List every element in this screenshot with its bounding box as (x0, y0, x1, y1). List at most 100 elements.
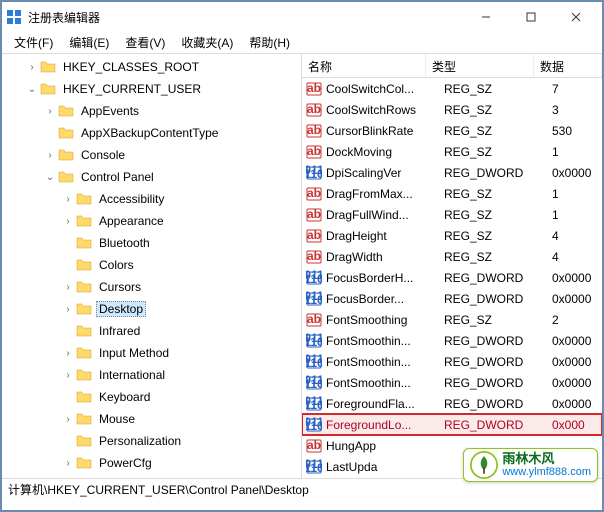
value-type: REG_DWORD (444, 292, 552, 306)
tree-node-n_console[interactable]: ›Console (2, 144, 301, 166)
tree-pane[interactable]: ›HKEY_CLASSES_ROOT⌄HKEY_CURRENT_USER›App… (2, 54, 302, 478)
collapse-icon[interactable]: ⌄ (26, 84, 38, 95)
tree-node-n_bluetooth[interactable]: Bluetooth (2, 232, 301, 254)
tree-node-n_powerCfg[interactable]: › PowerCfg (2, 452, 301, 474)
menubar: 文件(F) 编辑(E) 查看(V) 收藏夹(A) 帮助(H) (2, 32, 602, 54)
dword-icon: 011110 (306, 165, 322, 181)
tree-node-n_quickActions[interactable]: ›Quick Actions (2, 474, 301, 478)
menu-favorites[interactable]: 收藏夹(A) (173, 32, 241, 53)
tree-node-n_colors[interactable]: Colors (2, 254, 301, 276)
svg-text:ab: ab (307, 207, 321, 221)
list-row[interactable]: 011110ForegroundLo...REG_DWORD0x000 (302, 414, 602, 435)
dword-icon: 011110 (306, 354, 322, 370)
string-icon: ab (306, 207, 322, 223)
expand-icon[interactable]: › (62, 414, 74, 425)
folder-icon (76, 455, 92, 471)
tree-node-n_desktop[interactable]: ›Desktop (2, 298, 301, 320)
tree-label: Bluetooth (96, 235, 153, 251)
expand-icon[interactable]: › (62, 216, 74, 227)
list-row[interactable]: abDragHeightREG_SZ4 (302, 225, 602, 246)
expand-icon[interactable]: › (62, 194, 74, 205)
list-row[interactable]: 011110DpiScalingVerREG_DWORD0x0000 (302, 162, 602, 183)
folder-icon (76, 411, 92, 427)
value-type: REG_DWORD (444, 271, 552, 285)
folder-icon (76, 279, 92, 295)
tree-node-n_appearance[interactable]: ›Appearance (2, 210, 301, 232)
svg-text:ab: ab (307, 81, 321, 95)
expand-icon[interactable]: › (62, 348, 74, 359)
tree-node-n_controlPanel[interactable]: ⌄Control Panel (2, 166, 301, 188)
tree-node-root2[interactable]: ⌄HKEY_CURRENT_USER (2, 78, 301, 100)
string-icon: ab (306, 123, 322, 139)
menu-edit[interactable]: 编辑(E) (61, 32, 117, 53)
value-name: CursorBlinkRate (326, 124, 444, 138)
tree-node-n_infrared[interactable]: Infrared (2, 320, 301, 342)
tree-label: Quick Actions (96, 477, 175, 478)
list-row[interactable]: 011110FocusBorder...REG_DWORD0x0000 (302, 288, 602, 309)
expand-icon[interactable]: › (62, 304, 74, 315)
list-row[interactable]: 011110FontSmoothin...REG_DWORD0x0000 (302, 330, 602, 351)
string-icon: ab (306, 249, 322, 265)
list-row[interactable]: 011110FocusBorderH...REG_DWORD0x0000 (302, 267, 602, 288)
close-button[interactable] (553, 3, 598, 31)
tree-node-n_accessibility[interactable]: ›Accessibility (2, 188, 301, 210)
list-row[interactable]: abFontSmoothingREG_SZ2 (302, 309, 602, 330)
value-type: REG_SZ (444, 229, 552, 243)
column-data[interactable]: 数据 (534, 54, 602, 77)
folder-icon (58, 103, 74, 119)
list-row[interactable]: 011110FontSmoothin...REG_DWORD0x0000 (302, 351, 602, 372)
list-row[interactable]: abDragWidthREG_SZ4 (302, 246, 602, 267)
list-row[interactable]: abCoolSwitchRowsREG_SZ3 (302, 99, 602, 120)
expand-icon[interactable]: › (44, 150, 56, 161)
tree-node-n_keyboard[interactable]: Keyboard (2, 386, 301, 408)
list-row[interactable]: abDockMovingREG_SZ1 (302, 141, 602, 162)
tree-label: AppXBackupContentType (78, 125, 221, 141)
list-pane[interactable]: 名称 类型 数据 abCoolSwitchCol...REG_SZ7abCool… (302, 54, 602, 478)
expand-icon[interactable]: › (62, 282, 74, 293)
svg-text:ab: ab (307, 249, 321, 263)
menu-view[interactable]: 查看(V) (117, 32, 173, 53)
value-name: FocusBorderH... (326, 271, 444, 285)
tree-node-n_personalization[interactable]: Personalization (2, 430, 301, 452)
tree-node-n_mouse[interactable]: ›Mouse (2, 408, 301, 430)
value-type: REG_DWORD (444, 397, 552, 411)
dword-icon: 011110 (306, 333, 322, 349)
expand-icon[interactable]: › (62, 370, 74, 381)
list-row[interactable]: abCursorBlinkRateREG_SZ530 (302, 120, 602, 141)
list-row[interactable]: 011110ForegroundFla...REG_DWORD0x0000 (302, 393, 602, 414)
list-row[interactable]: abCoolSwitchCol...REG_SZ7 (302, 78, 602, 99)
minimize-button[interactable] (463, 3, 508, 31)
tree-node-n_cursors[interactable]: ›Cursors (2, 276, 301, 298)
folder-icon (58, 147, 74, 163)
list-row[interactable]: abDragFullWind...REG_SZ1 (302, 204, 602, 225)
expand-icon[interactable]: › (44, 106, 56, 117)
tree-node-root1[interactable]: › HKEY_CLASSES_ROOT (2, 56, 301, 78)
maximize-button[interactable] (508, 3, 553, 31)
tree-label: HKEY_CLASSES_ROOT (60, 59, 202, 75)
collapse-icon[interactable]: ⌄ (44, 172, 56, 183)
list-row[interactable]: 011110LastUpda (302, 456, 602, 477)
expand-icon[interactable]: › (62, 458, 74, 469)
tree-node-n_appXBackup[interactable]: AppXBackupContentType (2, 122, 301, 144)
tree-label: PowerCfg (96, 455, 155, 471)
svg-text:ab: ab (307, 312, 321, 326)
tree-node-n_appEvents[interactable]: ›AppEvents (2, 100, 301, 122)
folder-icon (76, 389, 92, 405)
value-name: DragHeight (326, 229, 444, 243)
value-data: 530 (552, 124, 602, 138)
menu-file[interactable]: 文件(F) (6, 32, 61, 53)
tree-node-n_international[interactable]: ›International (2, 364, 301, 386)
value-type: REG_SZ (444, 82, 552, 96)
list-row[interactable]: abDragFromMax...REG_SZ1 (302, 183, 602, 204)
column-type[interactable]: 类型 (426, 54, 534, 77)
svg-text:110: 110 (306, 398, 322, 412)
column-name[interactable]: 名称 (302, 54, 426, 77)
value-data: 0x0000 (552, 355, 602, 369)
string-icon: ab (306, 228, 322, 244)
expand-icon[interactable]: › (26, 62, 38, 73)
tree-node-n_inputMethod[interactable]: ›Input Method (2, 342, 301, 364)
value-data: 7 (552, 82, 602, 96)
list-row[interactable]: 011110FontSmoothin...REG_DWORD0x0000 (302, 372, 602, 393)
list-row[interactable]: abHungApp (302, 435, 602, 456)
menu-help[interactable]: 帮助(H) (241, 32, 298, 53)
